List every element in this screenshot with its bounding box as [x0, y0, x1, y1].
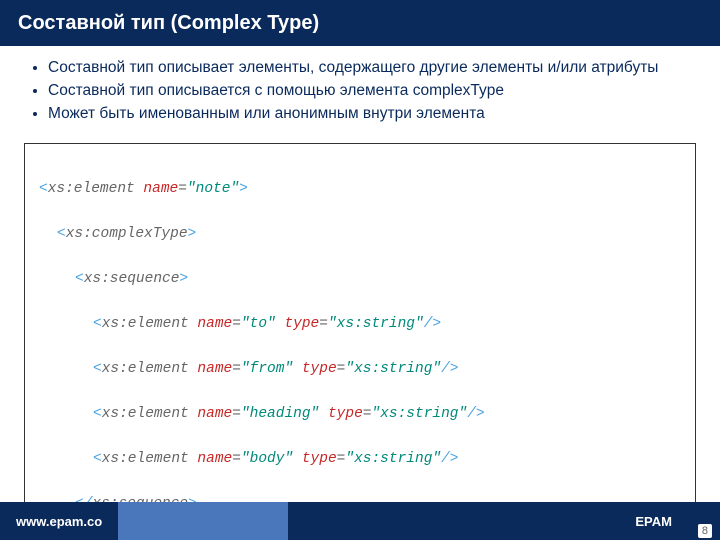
bullet-item: Составной тип описывается с помощью элем… — [48, 81, 696, 102]
slide-title-bar: Составной тип (Complex Type) — [0, 0, 720, 46]
bullet-item: Составной тип описывает элементы, содерж… — [48, 58, 696, 79]
footer-bar: www.epam.co EPAM — [0, 502, 720, 540]
slide-title: Составной тип (Complex Type) — [18, 12, 319, 35]
slide-content: Составной тип описывает элементы, содерж… — [0, 46, 720, 540]
footer-spacer — [288, 502, 635, 540]
footer-accent-block — [118, 502, 288, 540]
footer-url: www.epam.co — [0, 502, 118, 540]
page-number: 8 — [698, 524, 712, 538]
bullet-item: Может быть именованным или анонимным вну… — [48, 104, 696, 125]
bullet-list: Составной тип описывает элементы, содерж… — [24, 58, 696, 125]
code-example: <xs:element name="note"> <xs:complexType… — [24, 143, 696, 540]
